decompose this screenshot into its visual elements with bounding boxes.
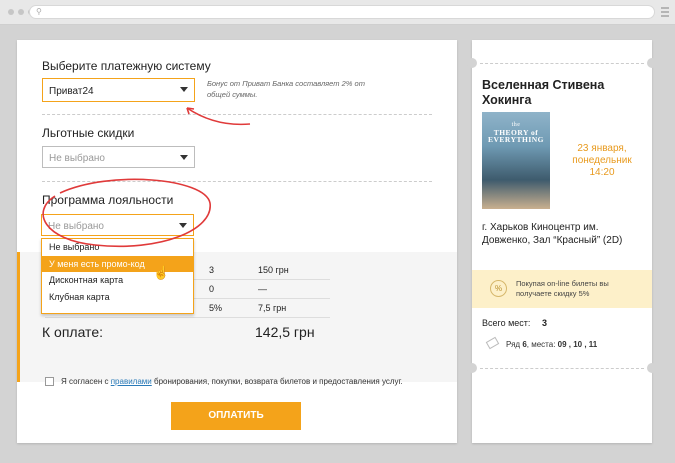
summary-amount: 7,5 грн [258,303,287,313]
summary-qty: 5% [209,303,223,313]
menu-icon[interactable] [661,7,669,17]
chevron-down-icon [179,223,187,228]
promo-banner: % Покупая on-line билеты вы получаете ск… [472,270,652,308]
loyalty-dropdown: Не выбрано У меня есть промо-код Дисконт… [41,238,194,314]
summary-qty: 3 [209,265,215,275]
poster-big: THEORY of EVERYTHING [488,128,544,144]
movie-poster: the THEORY of EVERYTHING [482,112,550,209]
address-bar[interactable]: ⚲ [29,5,655,19]
ticket-notch [647,363,657,373]
promo-text: Покупая on-line билеты вы получаете скид… [516,279,609,298]
hand-cursor-icon: ☝ [153,265,170,280]
divider [42,114,432,115]
ticket-card: Вселенная Стивена Хокинга the THEORY of E… [467,40,657,443]
agreement-checkbox[interactable] [45,377,54,386]
browser-toolbar: ⚲ [0,0,675,25]
dropdown-option-selected[interactable]: У меня есть промо-код [42,255,193,272]
venue: г. Харьков Киноцентр им. Довженко, Зал “… [482,222,623,246]
row-value: 6 [522,340,527,349]
dropdown-option[interactable]: Дисконтная карта [42,272,193,289]
agreement-text: Я согласен с правилами бронирования, пок… [61,377,403,386]
ticket-divider [480,368,644,369]
seats-label: Всего мест: [482,318,531,328]
loyalty-select[interactable]: Не выбрано [41,214,194,236]
places-label: места: [531,340,556,349]
loyalty-select-value: Не выбрано [48,221,104,232]
pay-button[interactable]: ОПЛАТИТЬ [171,402,301,430]
discounts-select[interactable]: Не выбрано [42,146,195,168]
agreement-suffix: бронирования, покупки, возврата билетов … [151,377,403,386]
total-label: К оплате: [42,324,103,340]
seats-value: 3 [542,318,548,328]
ticket-notch [467,363,477,373]
dropdown-option[interactable]: Клубная карта [42,289,193,306]
payment-select[interactable]: Приват24 [42,78,195,102]
ticket-notch [647,58,657,68]
summary-qty: 0 [209,284,215,294]
row-label: Ряд [506,340,521,349]
payment-select-value: Приват24 [49,86,94,97]
discounts-title: Льготные скидки [42,126,135,140]
ticket-divider [480,63,644,64]
ticket-notch [467,58,477,68]
payment-title: Выберите платежную систему [42,59,211,73]
summary-amount: — [258,284,267,294]
poster-title: the THEORY of EVERYTHING [482,122,550,143]
rules-link[interactable]: правилами [111,377,152,386]
row-divider [45,317,330,318]
checkout-panel: Выберите платежную систему Приват24 Бону… [17,40,457,443]
search-icon: ⚲ [36,7,42,16]
percent-icon: % [490,280,507,297]
chevron-down-icon [180,155,188,160]
seat-info: Ряд 6, места: 09 , 10 , 11 [506,340,598,349]
discounts-select-value: Не выбрано [49,153,105,164]
bonus-note: Бонус от Приват Банка составляет 2% от о… [207,79,365,99]
loyalty-title: Программа лояльности [42,193,174,207]
agreement-prefix: Я согласен с [61,377,111,386]
ticket-icon [485,336,500,350]
dropdown-option[interactable]: Не выбрано [42,239,193,256]
chevron-down-icon [180,87,188,92]
places-value: 09 , 10 , 11 [557,340,598,349]
total-value: 142,5 грн [255,324,315,340]
show-date: 23 января, понедельник 14:20 [572,143,632,178]
movie-title: Вселенная Стивена Хокинга [482,78,605,107]
summary-amount: 150 грн [258,265,289,275]
divider [42,181,432,182]
